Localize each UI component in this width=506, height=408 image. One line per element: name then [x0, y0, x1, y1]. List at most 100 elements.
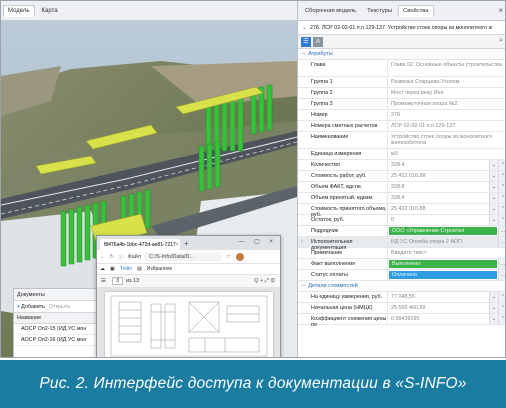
- list-item[interactable]: АОСР Оп2-15 (ИД УС мон: [14, 324, 96, 335]
- close-icon[interactable]: ×: [498, 6, 503, 15]
- property-value[interactable]: 278: [388, 110, 505, 120]
- property-row[interactable]: Стоимость работ, руб. 25 422 016,88 ⌄ ⌃: [298, 171, 505, 182]
- page-number-input[interactable]: 3: [111, 277, 123, 285]
- chevron-down-icon[interactable]: ⌄: [489, 292, 498, 302]
- chevron-up-icon[interactable]: ⌃: [498, 193, 505, 203]
- property-value[interactable]: ИД УС Оплеба опора 2 АОП: [388, 237, 498, 247]
- property-value[interactable]: 25 565 460,89: [388, 303, 489, 313]
- avatar[interactable]: [236, 252, 245, 261]
- property-row[interactable]: Объем принятый, едизм. 328.4 ⌄ ⌃: [298, 193, 505, 204]
- chevron-down-icon[interactable]: ⌄: [489, 215, 498, 225]
- property-row[interactable]: Глава Глава 02. Основные объекты строител…: [298, 60, 505, 77]
- search-icon[interactable]: ⌕: [499, 37, 503, 45]
- property-value[interactable]: Оплачено: [389, 271, 497, 279]
- property-row[interactable]: Группа 3 Промежуточная опора №2: [298, 99, 505, 110]
- chevron-down-icon[interactable]: ⌄: [489, 303, 498, 313]
- chevron-down-icon[interactable]: ⌄: [302, 24, 307, 31]
- property-value[interactable]: ЛСР 02-02-01 п.п.129-137: [388, 121, 505, 131]
- window-controls[interactable]: — ▢ ×: [238, 238, 277, 245]
- property-row[interactable]: Факт выполнения Выполнено…: [298, 259, 505, 270]
- chevron-down-icon[interactable]: ⌄: [489, 314, 498, 324]
- bookmark-icon[interactable]: ☁: [100, 266, 105, 272]
- property-row[interactable]: Группа 1 Развязка Старцева-Ухолом: [298, 77, 505, 88]
- property-value[interactable]: Глава 02. Основные объекты строительства: [388, 60, 505, 76]
- property-row[interactable]: Количество 328.4 ⌄ ⌃: [298, 160, 505, 171]
- sort-az-icon[interactable]: A: [313, 36, 323, 47]
- chevron-up-icon[interactable]: ⌃: [498, 292, 505, 302]
- property-row[interactable]: Группа 2 Мост через реку Иня: [298, 88, 505, 99]
- menu-icon[interactable]: ☰: [101, 278, 106, 284]
- property-row[interactable]: Номер 278: [298, 110, 505, 121]
- property-row[interactable]: Объем ФАКТ, вдсле. 328.8 ⌄ ⌃: [298, 182, 505, 193]
- property-value[interactable]: 25 422 016,88: [388, 204, 489, 214]
- chevron-down-icon[interactable]: ⌄: [489, 193, 498, 203]
- property-row[interactable]: Статус оплаты Оплачено…: [298, 270, 505, 281]
- pdf-viewer[interactable]: [97, 288, 280, 357]
- property-row[interactable]: Коэффициент снижения цены по 0,99439195 ⌄ ⌃: [298, 314, 505, 328]
- browser-tab[interactable]: f8476a4b-1bbc-472d-ae81-7217 ×: [100, 239, 180, 250]
- property-row[interactable]: Стоимость принятого объема, руб. 25 422 0…: [298, 204, 505, 218]
- property-value[interactable]: Мост через реку Иня: [388, 88, 505, 98]
- property-row[interactable]: Начальная цена (НМЦК) 25 565 460,89 ⌄ ⌃: [298, 303, 505, 314]
- documents-column-header[interactable]: Название: [14, 313, 96, 324]
- property-value[interactable]: Промежуточная опора №2: [388, 99, 505, 109]
- property-row[interactable]: Остаток, руб. 0 ⌄ ⌃: [298, 215, 505, 226]
- property-value[interactable]: 0,99439195: [388, 314, 489, 324]
- tab-model[interactable]: Модель: [3, 4, 35, 17]
- add-document-button[interactable]: Добавить: [21, 304, 45, 310]
- open-document-button[interactable]: Открыть: [49, 304, 70, 310]
- property-row[interactable]: › Исполнительная документация ИД УС Оплеба…: [298, 237, 505, 251]
- new-tab-button[interactable]: +: [184, 239, 189, 248]
- property-value[interactable]: 328.8: [388, 182, 489, 192]
- bookmark-icon[interactable]: ▣: [110, 266, 115, 272]
- chevron-up-icon[interactable]: ⌃: [498, 314, 505, 324]
- property-row[interactable]: Подрядчик ООО «Управление Строител…: [298, 226, 505, 237]
- pdf-tools[interactable]: Q + ⤢ ⚙: [254, 278, 275, 285]
- property-value[interactable]: Введите текст: [388, 248, 505, 258]
- property-row[interactable]: Номера сметных расчетов ЛСР 02-02-01 п.п.…: [298, 121, 505, 132]
- tab-textures[interactable]: Текстуры: [362, 5, 397, 17]
- property-value[interactable]: 0: [388, 215, 489, 225]
- more-icon[interactable]: …: [498, 259, 505, 269]
- chevron-up-icon[interactable]: ⌃: [498, 182, 505, 192]
- list-item[interactable]: АОСР Оп2-16 (ИД УС мон: [14, 335, 96, 346]
- property-row[interactable]: Единица измерения м3: [298, 149, 505, 160]
- chevron-up-icon[interactable]: ⌃: [498, 215, 505, 225]
- section-attributes[interactable]: − Атрибуты: [298, 49, 505, 60]
- tab-map[interactable]: Карта: [37, 5, 63, 17]
- property-value[interactable]: Устройство стоек опоры из монолитного же…: [388, 132, 505, 148]
- chevron-right-icon[interactable]: ›: [301, 239, 303, 245]
- property-row[interactable]: Наименование Устройство стоек опоры из мо…: [298, 132, 505, 149]
- add-icon[interactable]: +: [17, 304, 20, 310]
- property-value[interactable]: 328.4: [388, 160, 489, 170]
- section-costs[interactable]: − Детали стоимостей: [298, 281, 505, 292]
- star-icon[interactable]: ☆: [226, 254, 231, 260]
- more-icon[interactable]: …: [498, 226, 505, 236]
- chevron-up-icon[interactable]: ⌃: [498, 160, 505, 170]
- close-icon[interactable]: ×: [176, 242, 179, 248]
- more-icon[interactable]: …: [498, 270, 505, 280]
- property-row[interactable]: На единицу измерения, руб. 77 048,55 ⌄ ⌃: [298, 292, 505, 303]
- reload-icon[interactable]: ↻: [110, 254, 115, 260]
- property-value[interactable]: ООО «Управление Строител: [389, 227, 497, 235]
- chevron-down-icon[interactable]: ⌄: [489, 204, 498, 214]
- list-view-icon[interactable]: ☰: [301, 36, 311, 47]
- bookmark-trello[interactable]: Trello: [120, 266, 132, 272]
- chevron-down-icon[interactable]: ⌄: [489, 182, 498, 192]
- more-icon[interactable]: …: [498, 237, 505, 247]
- back-icon[interactable]: ←: [100, 254, 106, 260]
- bookmark-favorites[interactable]: Избранное: [147, 266, 172, 272]
- property-value[interactable]: 77 048,55: [388, 292, 489, 302]
- property-row[interactable]: Примечание Введите текст: [298, 248, 505, 259]
- chevron-up-icon[interactable]: ⌃: [498, 171, 505, 181]
- property-value[interactable]: 25 422 016,88: [388, 171, 489, 181]
- url-input[interactable]: C:/S-Info/Data/D...: [144, 252, 223, 261]
- property-value[interactable]: м3: [388, 149, 505, 159]
- chevron-up-icon[interactable]: ⌃: [498, 204, 505, 214]
- property-value[interactable]: Развязка Старцева-Ухолом: [388, 77, 505, 87]
- property-value[interactable]: Выполнено: [389, 260, 497, 268]
- property-value[interactable]: 328.4: [388, 193, 489, 203]
- tab-assembly-model[interactable]: Сборочная модель: [300, 5, 361, 17]
- tab-properties[interactable]: Свойства: [398, 4, 434, 17]
- chevron-down-icon[interactable]: ⌄: [489, 160, 498, 170]
